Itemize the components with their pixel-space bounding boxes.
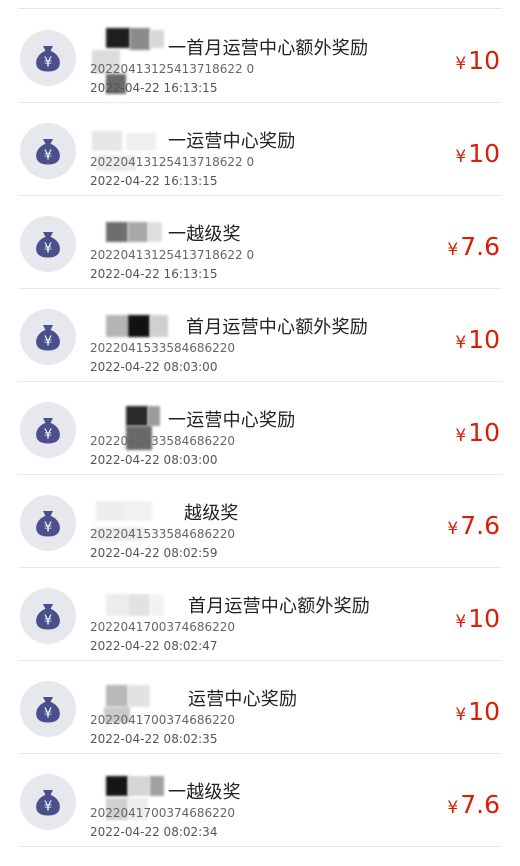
money-bag-icon: ¥ xyxy=(36,511,60,537)
order-id: 20220413125413718622 0 xyxy=(90,62,255,76)
record-title: 一首月运营中心额外奖励 xyxy=(168,38,369,59)
amount-value: 10 xyxy=(468,139,500,168)
money-bag-icon: ¥ xyxy=(36,139,60,165)
list-item[interactable]: ¥ 一首月运营中心额外奖励 20220413125413718622 0 202… xyxy=(18,10,502,103)
record-time: 2022-04-22 16:13:15 xyxy=(90,267,218,281)
svg-text:¥: ¥ xyxy=(44,707,52,722)
reward-records-page: ¥ 一首月运营中心额外奖励 20220413125413718622 0 202… xyxy=(0,0,520,866)
order-id: 20220413125413718622 0 xyxy=(90,248,255,262)
amount-value: 10 xyxy=(468,325,500,354)
list-item[interactable]: ¥ 一越级奖 20220413125413718622 0 2022-04-22… xyxy=(18,196,502,289)
avatar: ¥ xyxy=(20,30,76,86)
list-item[interactable]: ¥ 越级奖 2022041533584686220 2022-04-22 08:… xyxy=(18,475,502,568)
currency-symbol: ¥ xyxy=(455,705,467,725)
svg-text:¥: ¥ xyxy=(44,614,52,629)
list-item[interactable]: ¥ 一运营中心奖励 2022041533584686220 2022-04-22… xyxy=(18,382,502,475)
record-title: 运营中心奖励 xyxy=(188,689,298,710)
currency-symbol: ¥ xyxy=(455,147,467,167)
order-id: 2022041700374686220 xyxy=(90,806,236,820)
svg-text:¥: ¥ xyxy=(44,56,52,71)
list-item[interactable]: ¥ 首月运营中心额外奖励 2022041533584686220 2022-04… xyxy=(18,289,502,382)
avatar: ¥ xyxy=(20,402,76,458)
record-amount: ¥10 xyxy=(455,48,500,73)
record-title: 首月运营中心额外奖励 xyxy=(186,317,368,338)
svg-text:¥: ¥ xyxy=(44,335,52,350)
record-time: 2022-04-22 16:13:15 xyxy=(90,174,218,188)
avatar: ¥ xyxy=(20,681,76,737)
record-amount: ¥10 xyxy=(455,699,500,724)
order-id: 2022041700374686220 xyxy=(90,620,236,634)
record-amount: ¥10 xyxy=(455,141,500,166)
record-title: 一越级奖 xyxy=(168,782,241,803)
record-time: 2022-04-22 08:02:35 xyxy=(90,732,218,746)
svg-text:¥: ¥ xyxy=(44,242,52,257)
svg-text:¥: ¥ xyxy=(44,149,52,164)
top-divider xyxy=(18,8,502,9)
amount-value: 10 xyxy=(468,604,500,633)
money-bag-icon: ¥ xyxy=(36,46,60,72)
record-title: 一运营中心奖励 xyxy=(168,410,296,431)
record-time: 2022-04-22 08:03:00 xyxy=(90,453,218,467)
record-time: 2022-04-22 08:02:34 xyxy=(90,825,218,839)
record-amount: ¥10 xyxy=(455,606,500,631)
svg-text:¥: ¥ xyxy=(44,428,52,443)
record-time: 2022-04-22 08:02:59 xyxy=(90,546,218,560)
money-bag-icon: ¥ xyxy=(36,790,60,816)
amount-value: 7.6 xyxy=(460,511,500,540)
currency-symbol: ¥ xyxy=(447,798,459,818)
record-title: 一运营中心奖励 xyxy=(168,131,296,152)
avatar: ¥ xyxy=(20,495,76,551)
reward-list: ¥ 一首月运营中心额外奖励 20220413125413718622 0 202… xyxy=(0,10,520,847)
order-id: 2022041533584686220 xyxy=(90,434,236,448)
currency-symbol: ¥ xyxy=(455,612,467,632)
amount-value: 10 xyxy=(468,46,500,75)
svg-text:¥: ¥ xyxy=(44,800,52,815)
record-amount: ¥10 xyxy=(455,327,500,352)
record-title: 越级奖 xyxy=(184,503,239,524)
record-time: 2022-04-22 16:13:15 xyxy=(90,81,218,95)
list-item[interactable]: ¥ 运营中心奖励 2022041700374686220 2022-04-22 … xyxy=(18,661,502,754)
currency-symbol: ¥ xyxy=(447,240,459,260)
order-id: 20220413125413718622 0 xyxy=(90,155,255,169)
money-bag-icon: ¥ xyxy=(36,325,60,351)
list-item[interactable]: ¥ 首月运营中心额外奖励 2022041700374686220 2022-04… xyxy=(18,568,502,661)
currency-symbol: ¥ xyxy=(455,426,467,446)
record-amount: ¥10 xyxy=(455,420,500,445)
record-amount: ¥7.6 xyxy=(447,792,500,817)
amount-value: 10 xyxy=(468,418,500,447)
amount-value: 7.6 xyxy=(460,232,500,261)
order-id: 2022041533584686220 xyxy=(90,527,236,541)
order-id: 2022041533584686220 xyxy=(90,341,236,355)
avatar: ¥ xyxy=(20,123,76,179)
money-bag-icon: ¥ xyxy=(36,418,60,444)
money-bag-icon: ¥ xyxy=(36,604,60,630)
record-amount: ¥7.6 xyxy=(447,234,500,259)
avatar: ¥ xyxy=(20,216,76,272)
record-amount: ¥7.6 xyxy=(447,513,500,538)
order-id: 2022041700374686220 xyxy=(90,713,236,727)
record-time: 2022-04-22 08:03:00 xyxy=(90,360,218,374)
money-bag-icon: ¥ xyxy=(36,697,60,723)
list-item[interactable]: ¥ 一运营中心奖励 20220413125413718622 0 2022-04… xyxy=(18,103,502,196)
currency-symbol: ¥ xyxy=(447,519,459,539)
currency-symbol: ¥ xyxy=(455,54,467,74)
list-item[interactable]: ¥ 一越级奖 2022041700374686220 2022-04-22 08… xyxy=(18,754,502,847)
record-time: 2022-04-22 08:02:47 xyxy=(90,639,218,653)
avatar: ¥ xyxy=(20,309,76,365)
record-title: 一越级奖 xyxy=(168,224,241,245)
money-bag-icon: ¥ xyxy=(36,232,60,258)
amount-value: 7.6 xyxy=(460,790,500,819)
record-title: 首月运营中心额外奖励 xyxy=(188,596,370,617)
avatar: ¥ xyxy=(20,588,76,644)
amount-value: 10 xyxy=(468,697,500,726)
svg-text:¥: ¥ xyxy=(44,521,52,536)
currency-symbol: ¥ xyxy=(455,333,467,353)
avatar: ¥ xyxy=(20,774,76,830)
